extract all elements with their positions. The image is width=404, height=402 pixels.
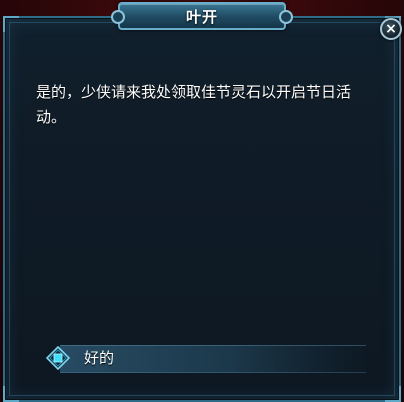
option-label: 好的: [84, 349, 115, 367]
dialog-option-ok[interactable]: 好的: [46, 343, 368, 373]
corner-ornament: [385, 386, 401, 402]
ornament-icon: [111, 10, 125, 24]
ornament-icon: [279, 10, 293, 24]
npc-name-plate: 叶开: [111, 2, 293, 30]
close-button[interactable]: ×: [380, 18, 402, 40]
npc-name: 叶开: [185, 7, 218, 26]
corner-ornament: [3, 16, 19, 32]
corner-ornament: [3, 386, 19, 402]
diamond-option-icon: [46, 346, 70, 370]
dialog-message: 是的，少侠请来我处领取佳节灵石以开启节日活动。: [36, 83, 352, 126]
game-scene: 叶开 × 是的，少侠请来我处领取佳节灵石以开启节日活动。 好的: [0, 0, 404, 402]
close-icon: ×: [385, 21, 397, 37]
